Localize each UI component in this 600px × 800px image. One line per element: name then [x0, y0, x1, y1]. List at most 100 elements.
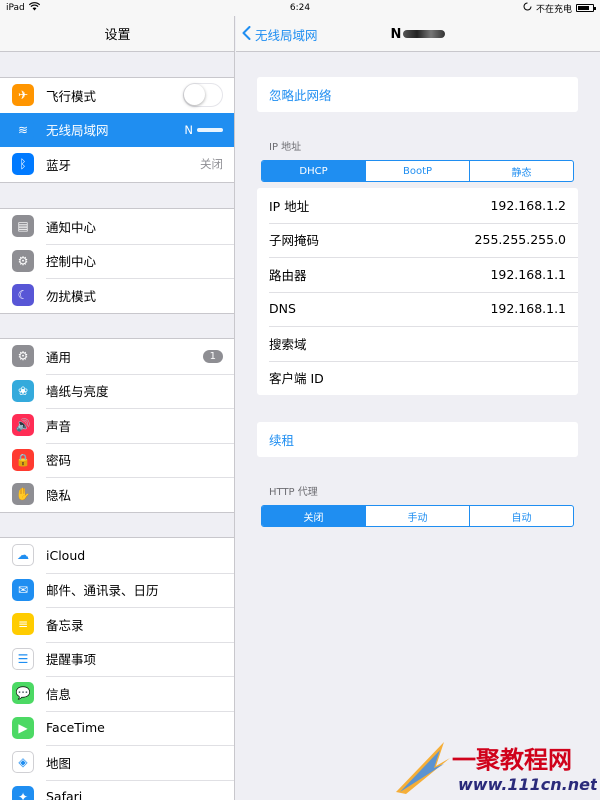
airplane-mode-toggle[interactable]	[183, 83, 223, 108]
status-right: 不在充电	[523, 2, 596, 15]
messages-icon: 💬	[12, 682, 34, 705]
safari-icon: ✦	[12, 785, 34, 800]
orientation-lock-icon	[523, 2, 532, 14]
sidebar-group: ⚙ 通用 1 ❀ 墙纸与亮度 🔊 声音 🔒 密码 ✋ 隐私	[0, 338, 234, 513]
sidebar-item-label: 控制中心	[46, 254, 97, 270]
ip-mode-segmented-control: DHCP BootP 静态	[261, 160, 574, 182]
sidebar-item[interactable]: 🔊 声音	[0, 408, 234, 443]
sidebar-item[interactable]: ☁ iCloud	[0, 538, 234, 573]
forget-network-label: 忽略此网络	[269, 87, 332, 103]
sidebar-item[interactable]: ✦ Safari	[0, 779, 234, 800]
proxy-mode-segment[interactable]: 自动	[469, 506, 573, 526]
sidebar-item[interactable]: ☾ 勿扰模式	[0, 278, 234, 313]
sidebar-item-label: 墙纸与亮度	[46, 384, 109, 400]
facetime-icon: ▶	[12, 716, 34, 739]
ip-detail-value: 255.255.255.0	[474, 232, 566, 248]
ip-detail-label: 路由器	[269, 267, 307, 283]
sidebar-item-label: 飞行模式	[46, 88, 97, 104]
ip-mode-segment[interactable]: BootP	[365, 161, 469, 181]
ip-detail-label: 子网掩码	[269, 233, 320, 249]
sidebar-group: ✈ 飞行模式 ≋ 无线局域网 N ᛒ 蓝牙 关闭	[0, 77, 234, 183]
lock-icon: 🔒	[12, 448, 34, 471]
sidebar-item[interactable]: ≋ 无线局域网 N	[0, 112, 234, 147]
renew-lease-button[interactable]: 续租	[257, 422, 578, 457]
sidebar-item[interactable]: ◈ 地图	[0, 745, 234, 780]
device-name: iPad	[6, 3, 25, 13]
ip-detail-row[interactable]: DNS 192.168.1.1	[257, 291, 578, 327]
control-center-icon: ⚙	[12, 249, 34, 272]
sidebar-item[interactable]: ≡ 备忘录	[0, 607, 234, 642]
sidebar-item[interactable]: ✋ 隐私	[0, 477, 234, 512]
update-badge: 1	[202, 349, 223, 363]
watermark-logo: 一聚教程网 www.111cn.net	[392, 736, 599, 796]
proxy-mode-segment[interactable]: 手动	[365, 506, 469, 526]
sidebar-item[interactable]: ᛒ 蓝牙 关闭	[0, 147, 234, 182]
sidebar-item-label: 密码	[46, 453, 72, 469]
sidebar-item[interactable]: 💬 信息	[0, 676, 234, 711]
sidebar-item-label: 隐私	[46, 487, 72, 503]
sidebar-item-label: 地图	[46, 755, 72, 771]
ip-detail-row[interactable]: 路由器 192.168.1.1	[257, 257, 578, 292]
ip-detail-value: 192.168.1.2	[490, 197, 566, 213]
sidebar-title: 设置	[104, 28, 131, 43]
sidebar-item-label: 信息	[46, 686, 72, 702]
sidebar-item-label: 通用	[46, 349, 72, 365]
sidebar-item-value: N	[184, 122, 193, 137]
sidebar-item[interactable]: ☰ 提醒事项	[0, 641, 234, 677]
proxy-mode-segmented-control: 关闭 手动 自动	[261, 505, 574, 527]
bluetooth-icon: ᛒ	[12, 153, 34, 176]
sidebar-item[interactable]: ✉ 邮件、通讯录、日历	[0, 572, 234, 608]
forget-network-button[interactable]: 忽略此网络	[257, 77, 578, 112]
airplane-icon: ✈	[12, 84, 34, 107]
sidebar-item-label: 勿扰模式	[46, 288, 97, 304]
svg-text:www.111cn.net: www.111cn.net	[458, 775, 597, 794]
ip-section-label: IP 地址	[269, 142, 302, 153]
redacted-mark	[403, 30, 446, 38]
gear-icon: ⚙	[12, 345, 34, 368]
sidebar-item-label: iCloud	[46, 547, 86, 563]
sidebar-item[interactable]: ⚙ 通用 1	[0, 339, 234, 374]
maps-icon: ◈	[12, 751, 34, 774]
sidebar-item[interactable]: ❀ 墙纸与亮度	[0, 373, 234, 409]
sidebar-item[interactable]: ⚙ 控制中心	[0, 243, 234, 279]
ip-detail-label: 客户端 ID	[269, 371, 324, 387]
redacted-mark	[197, 127, 223, 132]
sidebar-item-label: 通知中心	[46, 219, 97, 235]
cloud-icon: ☁	[12, 544, 34, 567]
ip-detail-row[interactable]: IP 地址 192.168.1.2	[257, 188, 578, 223]
ip-detail-value: 192.168.1.1	[490, 266, 566, 282]
wifi-icon: ≋	[12, 118, 34, 141]
sidebar-item[interactable]: 🔒 密码	[0, 442, 234, 478]
sidebar-item[interactable]: ▤ 通知中心	[0, 209, 234, 244]
battery-level	[578, 6, 590, 10]
ip-detail-row[interactable]: 搜索域	[257, 326, 578, 361]
network-name-title: N	[236, 16, 600, 52]
sidebar-item[interactable]: ✈ 飞行模式	[0, 78, 234, 113]
ip-detail-row[interactable]: 客户端 ID	[257, 360, 578, 396]
sidebar-group: ☁ iCloud ✉ 邮件、通讯录、日历 ≡ 备忘录 ☰ 提醒事项 💬 信息 ▶ FaceTime ◈ 地…	[0, 537, 234, 800]
notes-icon: ≡	[12, 613, 34, 636]
proxy-mode-segment[interactable]: 关闭	[262, 506, 365, 526]
ip-detail-value: 192.168.1.1	[490, 301, 566, 317]
ip-mode-segment[interactable]: DHCP	[262, 161, 365, 181]
sidebar-item-label: 无线局域网	[46, 123, 109, 139]
sidebar-item-value: 关闭	[200, 157, 223, 172]
ip-details-card: IP 地址 192.168.1.2 子网掩码 255.255.255.0 路由器 192.…	[257, 188, 578, 395]
ip-detail-row[interactable]: 子网掩码 255.255.255.0	[257, 222, 578, 258]
renew-lease-card: 续租	[257, 422, 578, 457]
notification-icon: ▤	[12, 215, 34, 238]
ip-mode-segment[interactable]: 静态	[469, 161, 573, 181]
sidebar-item[interactable]: ▶ FaceTime	[0, 710, 234, 746]
wifi-signal-icon	[28, 2, 40, 14]
sidebar-item-label: 蓝牙	[46, 157, 72, 173]
status-left: iPad	[6, 2, 40, 14]
status-bar: iPad 6:24 不在充电	[0, 0, 600, 16]
charging-status: 不在充电	[535, 4, 572, 15]
sidebar-item-label: 声音	[46, 418, 72, 434]
renew-lease-label: 续租	[269, 432, 295, 448]
sidebar-item-label: Safari	[46, 789, 83, 800]
network-detail: 无线局域网 N 忽略此网络 IP 地址 DHCP BootP 静态 IP 地址 192…	[236, 0, 600, 800]
status-time: 6:24	[289, 3, 311, 13]
battery-icon	[576, 4, 596, 12]
ip-detail-label: IP 地址	[269, 198, 310, 214]
